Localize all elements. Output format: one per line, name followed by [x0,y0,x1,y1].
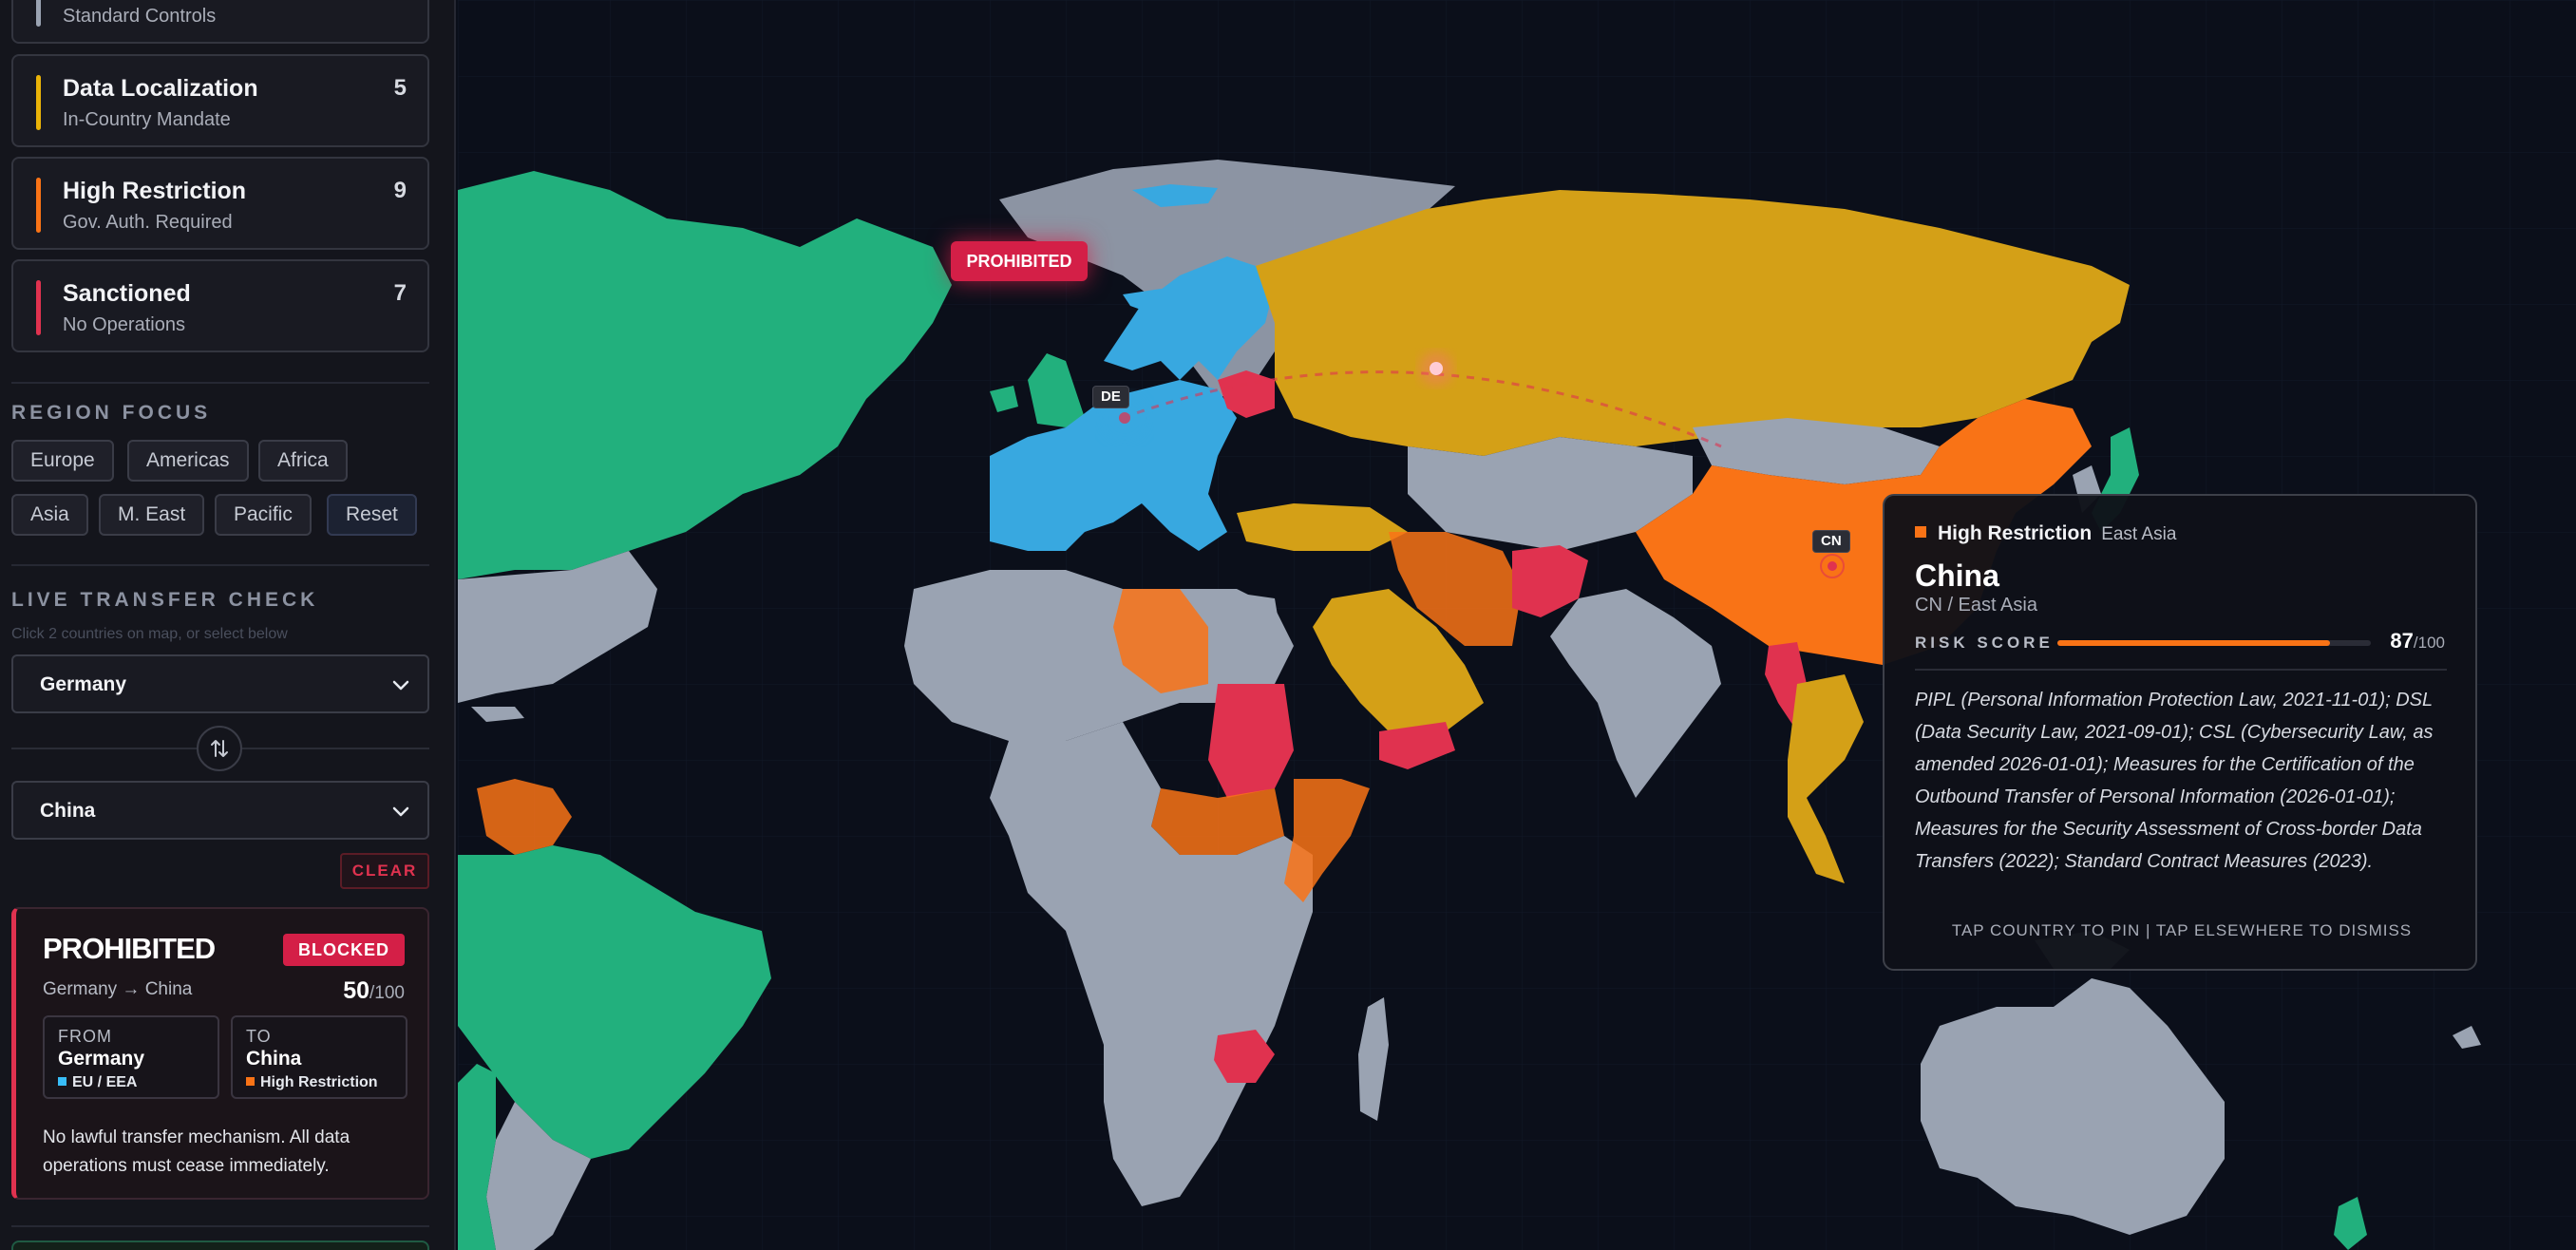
to-caption: TO [246,1027,272,1046]
tooltip-region: East Asia [2101,524,2177,544]
risk-score-track [2057,640,2371,646]
from-tag: EU / EEA [58,1074,137,1091]
from-tag-label: EU / EEA [72,1074,138,1090]
tier-color-bar [36,0,41,27]
tier-color-bar [36,280,41,335]
risk-score-value: 87/100 [2390,629,2445,653]
tooltip-hint: TAP COUNTRY TO PIN | TAP ELSEWHERE TO DI… [1951,921,2413,939]
transfer-result-card: PROHIBITED BLOCKED Germany → China 50/10… [11,907,429,1200]
risk-score-number: 87 [2390,629,2414,653]
region-chip-pacific[interactable]: Pacific [215,494,312,536]
china-marker-dot[interactable] [1828,561,1837,571]
result-note: No lawful transfer mechanism. All data o… [43,1127,350,1176]
tier-subtitle: No Operations [63,314,185,335]
arc-glow [1419,351,1453,386]
to-name: China [246,1048,302,1070]
region-chip-middle-east[interactable]: M. East [99,494,205,536]
from-country-value: Germany [40,673,127,695]
tooltip-laws: PIPL (Personal Information Protection La… [1915,690,2434,872]
square-icon [246,1077,255,1086]
tier-subtitle: Gov. Auth. Required [63,212,233,233]
to-tag-label: High Restriction [260,1074,378,1090]
sidebar: Standard Controls Data Localization In-C… [0,0,456,1250]
square-icon [1915,526,1926,538]
divider [11,382,429,384]
to-country-select[interactable]: China [11,781,429,840]
square-icon [58,1077,66,1086]
tooltip-tier-label: High Restriction [1938,522,2093,544]
tier-subtitle: In-Country Mandate [63,109,231,130]
tier-count: 5 [393,75,407,101]
swap-countries-button[interactable] [197,726,242,771]
country-egypt[interactable] [1208,589,1284,665]
country-tooltip[interactable]: High Restriction East Asia China CN / Eas… [1883,494,2477,971]
to-country-value: China [40,800,96,822]
tooltip-country-code: CN / East Asia [1915,595,2037,616]
tooltip-divider [1915,669,2447,671]
from-name: Germany [58,1048,145,1070]
chevron-down-icon [392,806,409,817]
status-badge: BLOCKED [283,934,405,966]
from-caption: FROM [58,1027,112,1046]
tier-count: 9 [393,178,407,203]
divider [11,564,429,566]
result-route: Germany → China [43,979,193,999]
tooltip-country: China [1915,559,1999,593]
germany-code-label: DE [1092,386,1129,408]
tier-title: Data Localization [63,75,258,102]
to-tag: High Restriction [246,1074,378,1091]
tier-title: High Restriction [63,178,247,204]
region-reset-button[interactable]: Reset [327,494,417,536]
tier-card-high-restriction[interactable]: High Restriction Gov. Auth. Required 9 [11,157,429,250]
tier-color-bar [36,75,41,130]
region-chip-americas[interactable]: Americas [127,440,249,482]
region-chip-asia[interactable]: Asia [11,494,88,536]
risk-score-label: RISK SCORE [1915,634,2054,652]
tier-title: Sanctioned [63,280,191,307]
from-country-summary: FROM Germany EU / EEA [43,1015,219,1099]
region-chip-europe[interactable]: Europe [11,440,114,482]
prohibited-arc-label: PROHIBITED [951,241,1088,281]
tier-card-standard[interactable]: Standard Controls [11,0,429,44]
result-score: 50/100 [343,977,405,1005]
country-chile[interactable] [458,1064,496,1250]
transfer-check-label: LIVE TRANSFER CHECK [11,589,319,611]
tier-count: 7 [393,280,407,306]
region-chip-africa[interactable]: Africa [258,440,348,482]
from-country-select[interactable]: Germany [11,654,429,713]
result-verdict: PROHIBITED [43,932,216,965]
result-score-value: 50 [343,977,370,1004]
tier-card-data-localization[interactable]: Data Localization In-Country Mandate 5 [11,54,429,147]
next-result-card [11,1241,429,1250]
divider [11,1225,429,1227]
tier-subtitle: Standard Controls [63,6,217,27]
china-code-label: CN [1812,530,1850,553]
to-country-summary: TO China High Restriction [231,1015,407,1099]
tier-color-bar [36,178,41,233]
chevron-down-icon [392,680,409,691]
region-focus-label: REGION FOCUS [11,402,212,424]
swap-arrows-icon [211,740,228,757]
risk-score-max: /100 [2413,634,2445,652]
result-score-max: /100 [369,983,405,1003]
risk-score-fill [2057,640,2331,646]
transfer-check-hint: Click 2 countries on map, or select belo… [11,626,288,642]
tooltip-tier: High Restriction East Asia [1915,522,2176,545]
clear-button[interactable]: CLEAR [340,853,429,889]
tier-card-sanctioned[interactable]: Sanctioned No Operations 7 [11,259,429,352]
